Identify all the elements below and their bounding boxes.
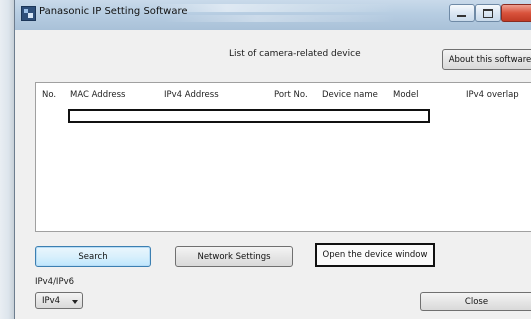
column-header-ipv4-address[interactable]: IPv4 Address [164, 90, 219, 100]
ip-version-value: IPv4 [42, 296, 61, 306]
app-icon [21, 6, 36, 21]
title-bar-reflection [155, 4, 395, 12]
ip-version-label: IPv4/IPv6 [35, 277, 75, 287]
column-header-device-name[interactable]: Device name [322, 90, 378, 100]
column-header-mac-address[interactable]: MAC Address [70, 90, 126, 100]
network-settings-button[interactable]: Network Settings [175, 246, 293, 267]
window-title: Panasonic IP Setting Software [39, 6, 188, 17]
open-device-window-button[interactable]: Open the device window [315, 243, 435, 267]
chevron-down-icon [72, 300, 78, 304]
about-button[interactable]: About this software [442, 49, 531, 70]
title-bar-reflection [165, 15, 395, 22]
maximize-button[interactable] [475, 4, 501, 22]
title-bar[interactable]: Panasonic IP Setting Software [15, 0, 531, 30]
column-header-no[interactable]: No. [42, 90, 56, 100]
list-title: List of camera-related device [229, 49, 361, 59]
column-header-ipv4-overlap[interactable]: IPv4 overlap [466, 90, 519, 100]
close-button[interactable]: Close [420, 292, 531, 311]
desktop-background [0, 0, 14, 319]
window-close-button[interactable] [501, 4, 531, 22]
device-list[interactable]: No. MAC Address IPv4 Address Port No. De… [35, 82, 531, 232]
list-row-highlight [68, 109, 430, 123]
app-window: Panasonic IP Setting Software List of ca… [14, 0, 531, 319]
minimize-button[interactable] [449, 4, 475, 22]
ip-version-select[interactable]: IPv4 [35, 292, 83, 309]
search-button[interactable]: Search [35, 246, 151, 267]
column-header-port-no[interactable]: Port No. [274, 90, 308, 100]
column-header-model[interactable]: Model [393, 90, 419, 100]
